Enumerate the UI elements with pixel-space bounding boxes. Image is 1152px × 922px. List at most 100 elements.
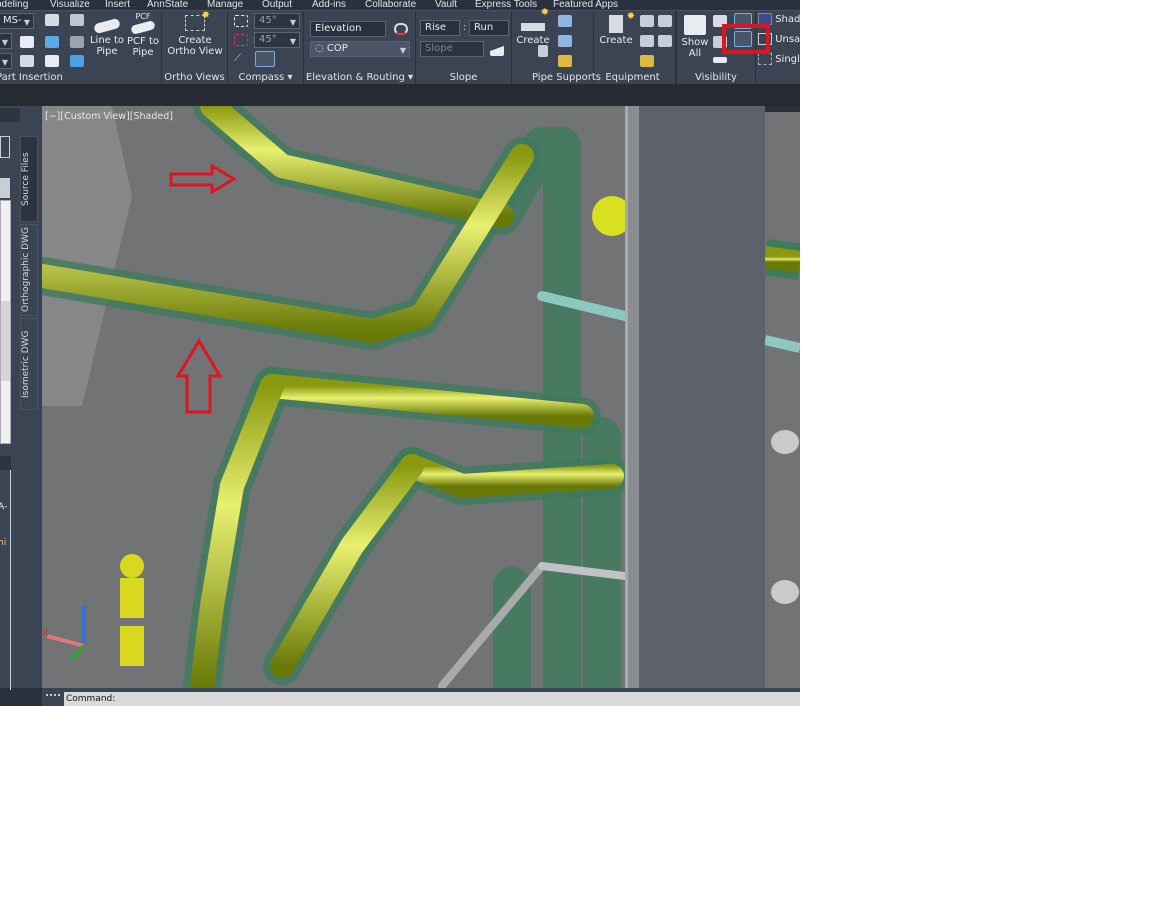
palette-header: [0, 108, 20, 122]
secondary-viewport[interactable]: [765, 112, 800, 688]
table-icon[interactable]: [70, 14, 84, 26]
line-to-pipe-button[interactable]: Line to Pipe: [88, 13, 126, 57]
secondary-model: [765, 239, 800, 604]
spec-combo[interactable]: MS- ▼: [0, 13, 34, 29]
compass-angle-icon[interactable]: ⟋: [234, 53, 248, 65]
attach-icon[interactable]: [640, 35, 654, 47]
support-icon: ✸: [521, 7, 549, 31]
nozzle-icon[interactable]: [640, 15, 654, 27]
combo-2[interactable]: ▼: [0, 33, 12, 49]
panel-label: Elevation & Routing ▾: [305, 72, 414, 83]
create-support-button[interactable]: ✸ Create: [514, 7, 552, 46]
slope-icon[interactable]: [490, 44, 504, 56]
annotation-highlight-box: [722, 24, 770, 54]
tab-isometric-dwg[interactable]: Isometric DWG: [20, 318, 38, 410]
combo-3[interactable]: ▼: [0, 53, 12, 69]
details-pane: A- hi: [0, 470, 11, 690]
details-header: [0, 456, 11, 470]
details-text-2: hi: [0, 538, 7, 548]
command-input[interactable]: Command:: [64, 692, 800, 706]
show-all-button[interactable]: Show All: [679, 15, 711, 59]
tab-orthographic-dwg[interactable]: Orthographic DWG: [20, 224, 38, 316]
file-tab-bar: [0, 84, 800, 106]
project-manager-palette: A- hi Source Files Orthographic DWG Isom…: [0, 106, 42, 690]
elbow-icon[interactable]: [45, 55, 59, 67]
create-ortho-view-button[interactable]: ✸ Create Ortho View: [166, 10, 224, 57]
panel-label: Part Insertion: [0, 72, 63, 83]
run-input[interactable]: Run: [469, 20, 509, 36]
cut-icon[interactable]: [20, 36, 34, 48]
tab-express-tools[interactable]: Express Tools: [475, 0, 537, 10]
ribbon: MS- ▼ ▼ ▼ Line to Pipe PCF PCF to Pipe Pa…: [0, 7, 800, 85]
tag-up-icon[interactable]: [658, 35, 672, 47]
tab-manage[interactable]: Manage: [207, 0, 243, 10]
tab-modeling[interactable]: odeling: [0, 0, 28, 10]
pcf-icon: PCF: [135, 12, 151, 21]
pcf-to-pipe-button[interactable]: PCF PCF to Pipe: [125, 11, 161, 58]
nozzle-edit-icon[interactable]: [658, 15, 672, 27]
command-grip-icon[interactable]: [46, 694, 60, 697]
command-line: Command:: [42, 688, 800, 706]
tab-source-files[interactable]: Source Files: [20, 136, 38, 222]
details-text-1: A-: [0, 502, 8, 512]
viewport-controls-label[interactable]: [−][Custom View][Shaded]: [45, 111, 173, 122]
ortho-view-icon: ✸: [185, 10, 210, 31]
download-icon[interactable]: [20, 55, 34, 67]
viewport-splitter[interactable]: [625, 106, 639, 688]
angle-combo-1[interactable]: 45° ▼: [254, 13, 300, 29]
sub-icon[interactable]: [70, 36, 84, 48]
tab-visualize[interactable]: Visualize: [50, 0, 90, 10]
elevation-pick-icon[interactable]: [394, 23, 408, 35]
support-tool-2-icon[interactable]: [558, 35, 572, 47]
panel-label: Ortho Views: [164, 72, 225, 83]
model-viewport[interactable]: Z X Y [−][Custom View][Shaded]: [42, 106, 625, 688]
tab-featured-apps[interactable]: Featured Apps: [553, 0, 618, 10]
tab-insert[interactable]: Insert: [105, 0, 130, 10]
compass-toggle-icon[interactable]: [255, 51, 275, 67]
visibility-icon-3[interactable]: [713, 57, 727, 63]
annotation-arrow-right: [169, 163, 237, 195]
create-equipment-button[interactable]: ✸ Create: [596, 11, 636, 46]
insert-icon[interactable]: [45, 36, 59, 48]
compass-snap-icon[interactable]: [234, 34, 248, 46]
angle-combo-2[interactable]: 45° ▼: [254, 32, 300, 48]
vessel: [592, 196, 625, 236]
palette-dropdown[interactable]: [0, 136, 10, 158]
structure-column: [42, 106, 132, 406]
tab-addins[interactable]: Add-ins: [312, 0, 346, 10]
panel-equipment: ✸ Create Equipment: [594, 11, 676, 85]
ucs-z-label: Z: [82, 600, 89, 611]
tab-vault[interactable]: Vault: [435, 0, 457, 10]
rise-input[interactable]: Rise: [420, 20, 460, 36]
tab-collaborate[interactable]: Collaborate: [365, 0, 416, 10]
equipment-tag-icon[interactable]: [640, 55, 654, 67]
panel-elevation-routing: Elevation ◌ COP ▼ Elevation & Routing ▾: [304, 11, 416, 85]
support-tool-1-icon[interactable]: [558, 15, 572, 27]
compass-icon[interactable]: [234, 15, 248, 27]
tag-icon[interactable]: [45, 14, 59, 26]
project-tree[interactable]: [0, 200, 11, 444]
panel-slope: Rise : Run Slope Slope: [416, 11, 512, 85]
plant3d-window: odeling Visualize Insert AnnState Manage…: [0, 0, 800, 706]
tab-output[interactable]: Output: [262, 0, 292, 10]
ribbon-tabs: odeling Visualize Insert AnnState Manage…: [0, 0, 800, 10]
panel-ortho-views: ✸ Create Ortho View Ortho Views: [162, 10, 228, 85]
support-lock-icon[interactable]: [558, 55, 572, 67]
cubes-icon: [684, 15, 706, 35]
panel-label: Compass ▾: [238, 72, 293, 83]
panel-label: Visibility: [695, 72, 737, 83]
panel-label: Equipment: [605, 72, 660, 83]
equipment-icon: ✸: [609, 11, 635, 33]
slope-input[interactable]: Slope: [420, 41, 484, 57]
panel-compass: ⟋ 45° ▼ 45° ▼ Compass ▾: [228, 11, 304, 85]
search-button[interactable]: [0, 178, 10, 198]
panel-part-insertion: MS- ▼ ▼ ▼ Line to Pipe PCF PCF to Pipe Pa…: [0, 11, 162, 85]
tab-annstate[interactable]: AnnState: [147, 0, 188, 10]
cop-combo[interactable]: ◌ COP ▼: [310, 41, 410, 57]
support-tool-3-icon[interactable]: [538, 45, 548, 57]
elevation-input[interactable]: Elevation: [310, 21, 386, 37]
check-icon[interactable]: [70, 55, 84, 67]
ucs-y-label: Y: [67, 655, 73, 664]
valve: [120, 554, 144, 666]
single-viewport-button[interactable]: Singl: [758, 53, 800, 65]
